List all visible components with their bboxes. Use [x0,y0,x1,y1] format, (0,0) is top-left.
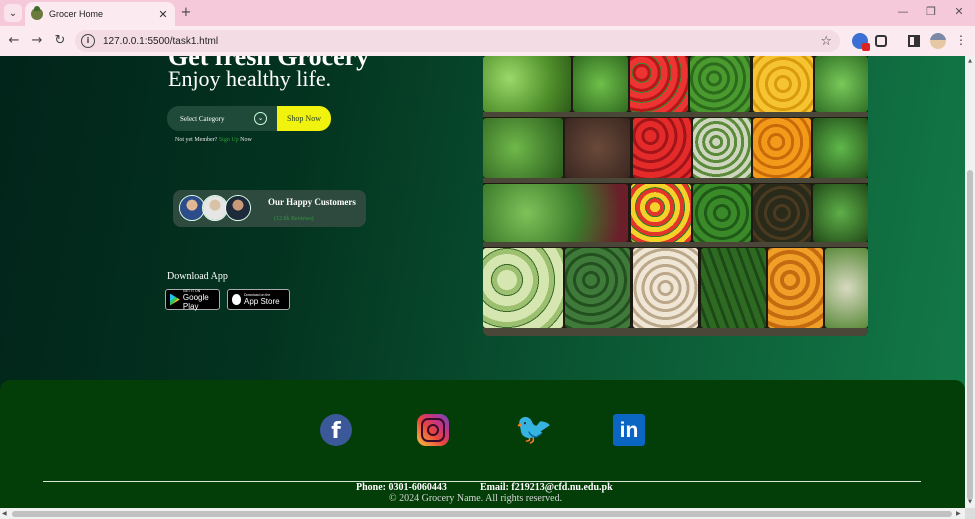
download-app-title: Download App [167,271,228,282]
page-viewport: Get fresh Grocery Enjoy healthy life. Se… [0,56,965,508]
scroll-left-arrow-icon[interactable]: ◀ [2,510,7,517]
favicon-icon [31,6,43,20]
signup-link[interactable]: Sign Up [219,137,239,143]
vertical-scrollbar[interactable]: ▲ ▼ [965,56,975,508]
bookmark-star-icon[interactable]: ☆ [820,34,832,49]
url-text[interactable]: 127.0.0.1:5500/task1.html [103,36,820,47]
google-play-button[interactable]: GET IT ON Google Play [165,289,220,311]
footer-email: Email: f219213@cfd.nu.edu.pk [480,482,613,493]
tab-strip: ⌄ Grocer Home ✕ + — ❐ ✕ [0,0,975,26]
window-close-button[interactable]: ✕ [946,5,972,18]
footer-phone: Phone: 0301-6060443 [356,482,447,493]
category-select-label: Select Category [180,114,225,123]
horizontal-scrollbar[interactable]: ◀ ▶ [0,508,965,519]
minimize-button[interactable]: — [890,5,916,18]
site-info-icon[interactable]: i [81,34,95,48]
customers-reviews: (12.8k Reviews) [274,216,314,222]
browser-toolbar: ← → ↻ i 127.0.0.1:5500/task1.html ☆ ⋮ [0,26,975,56]
instagram-icon[interactable] [417,414,449,446]
extensions-puzzle-icon[interactable] [875,35,887,47]
scroll-down-arrow-icon[interactable]: ▼ [966,499,974,505]
tab-close-icon[interactable]: ✕ [155,8,171,21]
member-prefix: Not yet Member? [175,137,218,143]
happy-customers-card: Our Happy Customers (12.8k Reviews) [173,190,366,227]
new-tab-button[interactable]: + [178,5,194,20]
member-prompt: Not yet Member? Sign Up Now [175,137,252,143]
shop-now-button[interactable]: Shop Now [277,106,331,131]
footer-copyright: © 2024 Grocery Name. All rights reserved… [389,493,563,504]
site-footer: f 🐦 in Phone: 0301-6060443 Email: f21921… [0,380,965,508]
chevron-down-icon[interactable]: ⌄ [254,112,267,125]
tab-search-button[interactable]: ⌄ [4,4,22,22]
member-suffix: Now [240,137,252,143]
maximize-button[interactable]: ❐ [918,5,944,18]
produce-shelf-image [483,56,868,336]
horizontal-scroll-thumb[interactable] [12,511,952,517]
google-play-label: Google Play [182,292,209,311]
side-panel-icon[interactable] [908,35,920,47]
extension-icon[interactable] [852,33,870,51]
forward-button[interactable]: → [29,33,45,49]
reload-button[interactable]: ↻ [52,33,68,49]
app-store-label: App Store [244,297,280,306]
linkedin-icon[interactable]: in [613,414,645,446]
scrollbar-corner [965,508,975,519]
apple-icon [232,294,241,305]
tab-title: Grocer Home [49,9,104,19]
google-play-icon [170,293,180,306]
facebook-icon[interactable]: f [320,414,352,446]
tab-grocer-home[interactable]: Grocer Home ✕ [25,2,175,26]
twitter-icon[interactable]: 🐦 [515,414,552,446]
hero-subtitle: Enjoy healthy life. [168,66,332,91]
scroll-up-arrow-icon[interactable]: ▲ [966,58,974,64]
app-store-button[interactable]: Download on the App Store [227,289,290,310]
customers-title: Our Happy Customers [268,197,356,207]
category-select[interactable]: Select Category ⌄ [167,106,277,131]
browser-menu-icon[interactable]: ⋮ [953,33,969,49]
vertical-scroll-thumb[interactable] [967,170,973,500]
back-button[interactable]: ← [6,33,22,49]
scroll-right-arrow-icon[interactable]: ▶ [956,510,961,517]
address-bar[interactable]: i 127.0.0.1:5500/task1.html ☆ [75,30,840,52]
avatar [225,195,251,221]
profile-avatar-icon[interactable] [930,33,946,49]
